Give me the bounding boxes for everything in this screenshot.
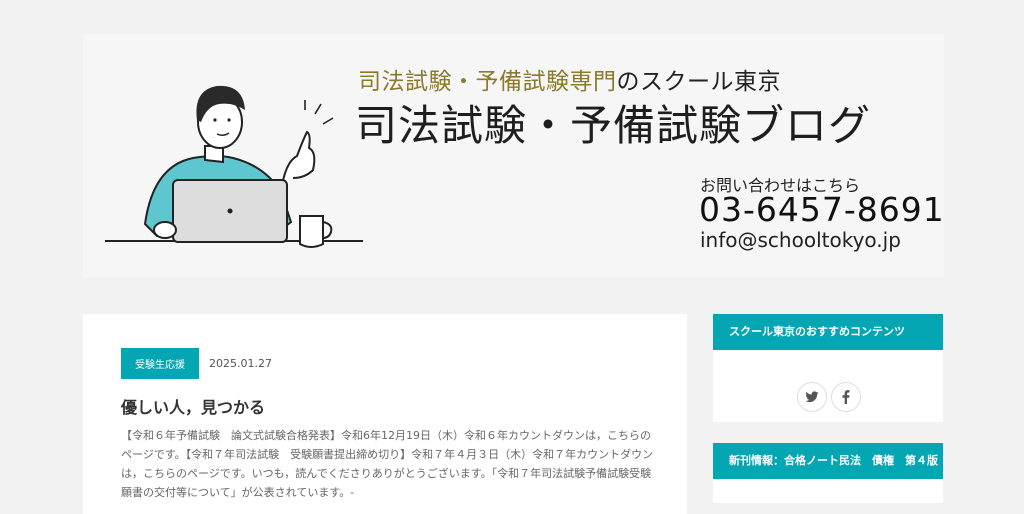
post-title[interactable]: 優しい人，見つかる — [121, 394, 265, 418]
contact-email[interactable]: info@schooltokyo.jp — [700, 228, 901, 252]
post-date: 2025.01.27 — [209, 357, 272, 370]
recommended-widget: スクール東京のおすすめコンテンツ — [713, 314, 943, 422]
category-badge[interactable]: 受験生応援 — [121, 348, 199, 379]
site-tagline: 司法試験・予備試験専門のスクール東京 — [358, 62, 781, 96]
site-title[interactable]: 司法試験・予備試験ブログ — [355, 92, 871, 153]
widget-title-new-book[interactable]: 新刊情報：合格ノート民法 債権 第４版 — [713, 443, 943, 479]
post-excerpt: 【令和６年予備試験 論文式試験合格発表】令和6年12月19日（木）令和６年カウン… — [121, 429, 654, 499]
twitter-icon[interactable] — [797, 382, 827, 412]
person-with-laptop-illustration — [105, 85, 363, 248]
facebook-icon[interactable] — [831, 382, 861, 412]
site-header: 司法試験・予備試験専門のスクール東京 司法試験・予備試験ブログ お問い合わせはこ… — [83, 34, 944, 277]
new-book-widget: 新刊情報：合格ノート民法 債権 第４版 — [713, 443, 943, 503]
widget-title: スクール東京のおすすめコンテンツ — [713, 314, 943, 350]
contact-phone[interactable]: 03-6457-8691 — [699, 190, 945, 229]
facebook-f-icon — [842, 390, 850, 404]
twitter-bird-icon — [805, 391, 819, 403]
article-card: 受験生応援 2025.01.27 優しい人，見つかる 【令和６年予備試験 論文式… — [83, 314, 687, 514]
